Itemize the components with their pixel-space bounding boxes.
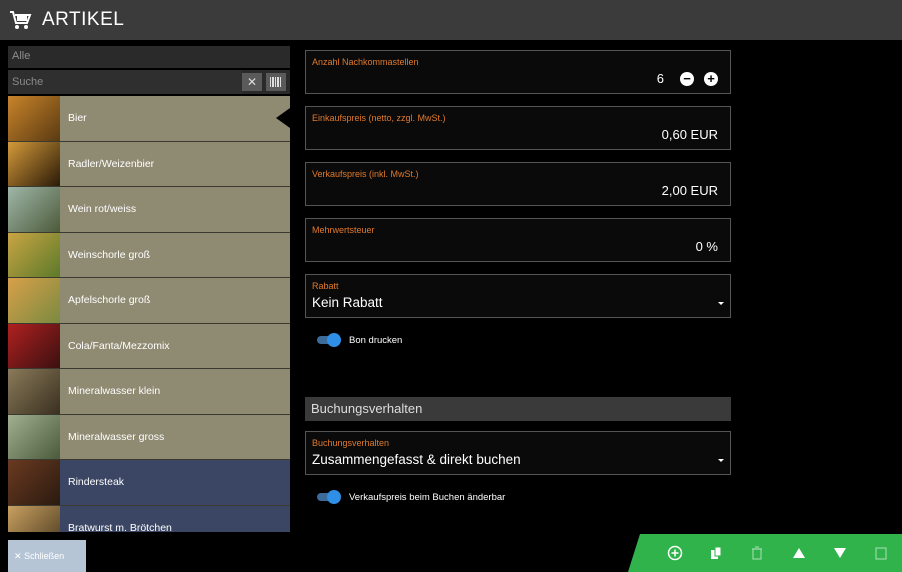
article-sidebar: Alle ✕ Bier Radler/Weizenbier Wein rot/wei… xyxy=(8,46,290,532)
increment-button[interactable]: + xyxy=(704,72,718,86)
article-thumbnail xyxy=(8,414,60,459)
article-thumbnail xyxy=(8,369,60,414)
decimals-label: Anzahl Nachkommastellen xyxy=(312,57,419,67)
list-item[interactable]: Radler/Weizenbier xyxy=(8,141,290,187)
sale-price-value: 2,00 EUR xyxy=(661,183,718,198)
price-editable-row: Verkaufspreis beim Buchen änderbar xyxy=(317,487,731,507)
discount-value: Kein Rabatt xyxy=(312,295,383,310)
section-header: Buchungsverhalten xyxy=(305,397,731,421)
article-thumbnail xyxy=(8,96,60,141)
arrow-up-icon[interactable] xyxy=(787,541,811,565)
booking-select[interactable]: Buchungsverhalten Zusammengefasst & dire… xyxy=(305,431,731,475)
close-button[interactable]: ✕ Schließen xyxy=(8,540,86,572)
close-icon: ✕ xyxy=(14,550,22,561)
page-title: ARTIKEL xyxy=(42,9,125,30)
list-item-label: Bier xyxy=(68,112,87,125)
list-item-label: Mineralwasser klein xyxy=(68,385,161,398)
list-item-label: Bratwurst m. Brötchen xyxy=(68,521,172,532)
selection-indicator xyxy=(276,108,290,129)
list-item[interactable]: Mineralwasser klein xyxy=(8,369,290,415)
purchase-price-field[interactable]: Einkaufspreis (netto, zzgl. MwSt.) 0,60 … xyxy=(305,106,731,150)
sale-price-label: Verkaufspreis (inkl. MwSt.) xyxy=(312,169,419,179)
price-editable-toggle[interactable] xyxy=(317,490,341,504)
list-item-label: Radler/Weizenbier xyxy=(68,157,155,170)
list-item[interactable]: Wein rot/weiss xyxy=(8,187,290,233)
article-thumbnail xyxy=(8,187,60,232)
close-label: Schließen xyxy=(24,551,65,561)
list-item[interactable]: Rindersteak xyxy=(8,460,290,506)
list-item[interactable]: Mineralwasser gross xyxy=(8,414,290,460)
search-bar: ✕ xyxy=(8,70,290,94)
arrow-down-icon[interactable] xyxy=(828,541,852,565)
article-thumbnail xyxy=(8,505,60,532)
price-editable-label: Verkaufspreis beim Buchen änderbar xyxy=(349,491,506,503)
vat-value: 0 % xyxy=(695,239,718,254)
list-item[interactable]: Apfelschorle groß xyxy=(8,278,290,324)
chevron-down-icon xyxy=(718,459,724,462)
print-receipt-toggle[interactable] xyxy=(317,333,341,347)
article-thumbnail xyxy=(8,323,60,368)
booking-value: Zusammengefasst & direkt buchen xyxy=(312,452,521,467)
trash-icon[interactable] xyxy=(869,541,893,565)
shopping-cart-icon xyxy=(0,0,40,40)
delete-icon[interactable] xyxy=(745,541,769,565)
search-input[interactable] xyxy=(8,70,242,94)
list-item-label: Apfelschorle groß xyxy=(68,294,151,307)
decimals-field: Anzahl Nachkommastellen 6 − + xyxy=(305,50,731,94)
vat-field[interactable]: Mehrwertsteuer 0 % xyxy=(305,218,731,262)
list-item[interactable]: Bratwurst m. Brötchen xyxy=(8,505,290,532)
copy-icon[interactable] xyxy=(704,541,728,565)
list-item-label: Wein rot/weiss xyxy=(68,203,137,216)
discount-select[interactable]: Rabatt Kein Rabatt xyxy=(305,274,731,318)
list-item-label: Mineralwasser gross xyxy=(68,430,165,443)
article-list: Bier Radler/Weizenbier Wein rot/weiss Weins… xyxy=(8,96,290,532)
purchase-price-label: Einkaufspreis (netto, zzgl. MwSt.) xyxy=(312,113,446,123)
add-circle-icon[interactable] xyxy=(663,541,687,565)
article-form: Anzahl Nachkommastellen 6 − + Einkaufspr… xyxy=(305,50,731,507)
article-thumbnail xyxy=(8,278,60,323)
purchase-price-value: 0,60 EUR xyxy=(661,127,718,142)
article-thumbnail xyxy=(8,460,60,505)
decimals-value: 6 xyxy=(656,71,664,86)
list-item-label: Rindersteak xyxy=(68,476,125,489)
list-item-label: Cola/Fanta/Mezzomix xyxy=(68,339,170,352)
app-header: ARTIKEL xyxy=(0,0,902,40)
list-item[interactable]: Weinschorle groß xyxy=(8,232,290,278)
print-receipt-row: Bon drucken xyxy=(317,330,731,350)
vat-label: Mehrwertsteuer xyxy=(312,225,375,235)
list-item[interactable]: Cola/Fanta/Mezzomix xyxy=(8,323,290,369)
sale-price-field[interactable]: Verkaufspreis (inkl. MwSt.) 2,00 EUR xyxy=(305,162,731,206)
decrement-button[interactable]: − xyxy=(680,72,694,86)
chevron-down-icon xyxy=(718,302,724,305)
barcode-icon[interactable] xyxy=(266,73,286,91)
clear-search-button[interactable]: ✕ xyxy=(242,73,262,91)
category-filter[interactable]: Alle xyxy=(8,46,290,68)
discount-label: Rabatt xyxy=(312,281,339,291)
action-toolbar xyxy=(628,534,902,572)
article-thumbnail xyxy=(8,141,60,186)
list-item-label: Weinschorle groß xyxy=(68,248,151,261)
list-item[interactable]: Bier xyxy=(8,96,290,142)
print-receipt-label: Bon drucken xyxy=(349,334,403,346)
booking-label: Buchungsverhalten xyxy=(312,438,390,448)
article-thumbnail xyxy=(8,232,60,277)
